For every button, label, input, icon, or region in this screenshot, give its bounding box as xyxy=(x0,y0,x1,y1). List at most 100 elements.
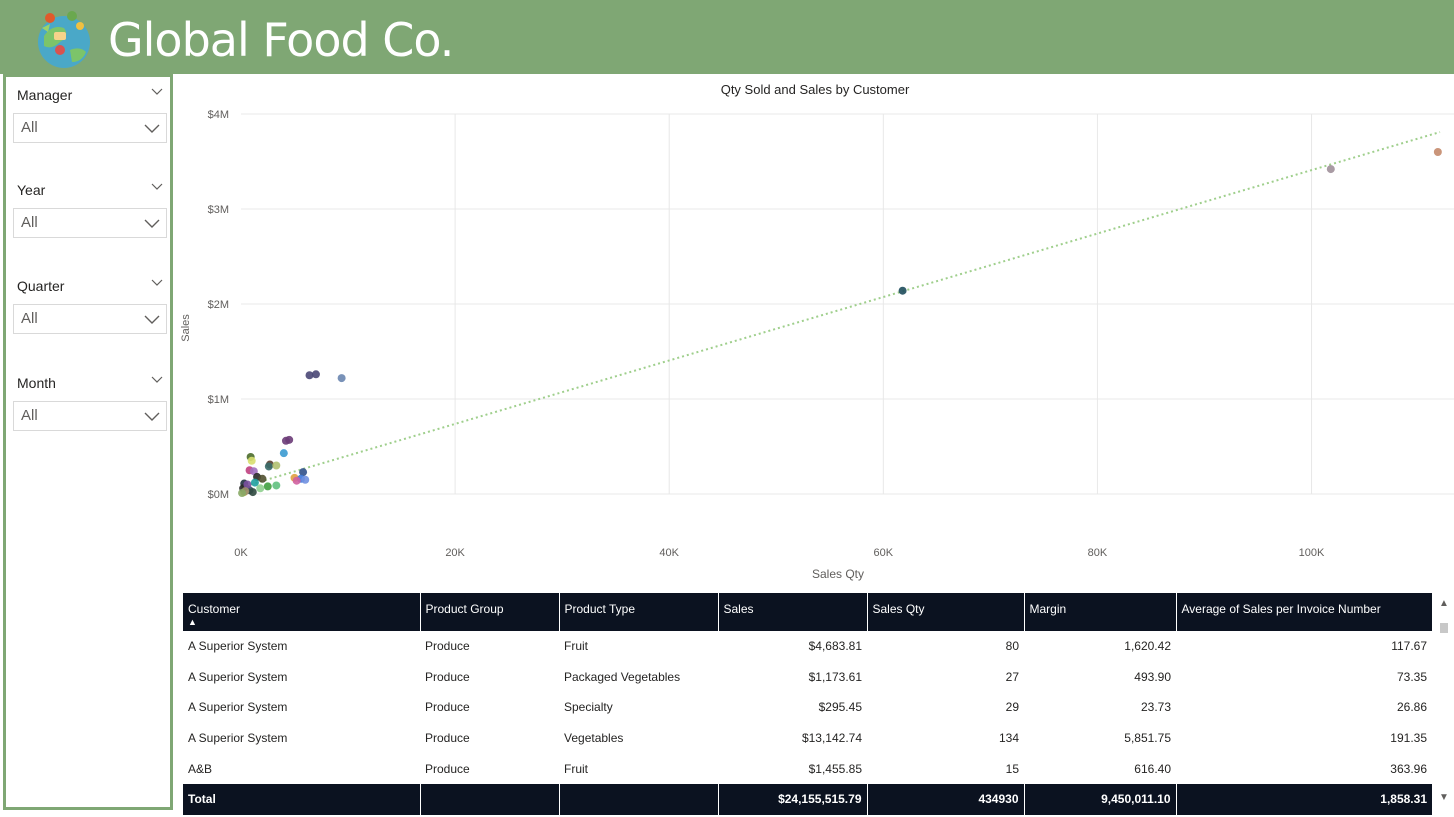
total-sales: $24,155,515.79 xyxy=(718,783,868,815)
cell-product-type: Fruit xyxy=(564,761,588,776)
table-row[interactable]: A&B Produce Fruit $1,455.85 15 616.40 36… xyxy=(183,753,1432,784)
cell-customer: A Superior System xyxy=(188,700,288,715)
y-tick-label: $1M xyxy=(208,394,229,406)
cell-avg-sales: 73.35 xyxy=(1396,669,1427,684)
column-header-sales[interactable]: Sales xyxy=(718,593,868,631)
table-row[interactable]: A Superior System Produce Vegetables $13… xyxy=(183,723,1432,754)
year-dropdown[interactable]: All xyxy=(13,208,167,238)
x-tick-label: 60K xyxy=(874,547,894,559)
filter-panel: Manager All Year All Quarter All Month A… xyxy=(3,74,173,810)
cell-sales: $13,142.74 xyxy=(801,731,862,746)
x-tick-label: 40K xyxy=(659,547,679,559)
cell-product-type: Specialty xyxy=(564,700,613,715)
manager-dropdown[interactable]: All xyxy=(13,113,167,143)
scroll-down-icon[interactable]: ▼ xyxy=(1437,791,1451,805)
cell-sales-qty: 29 xyxy=(1005,700,1019,715)
data-table: Customer ▲ Product Group Product Type Sal… xyxy=(183,593,1432,815)
cell-product-group: Produce xyxy=(425,761,470,776)
y-tick-label: $2M xyxy=(208,299,229,311)
table-row[interactable]: A Superior System Produce Packaged Veget… xyxy=(183,662,1432,693)
cell-sales: $4,683.81 xyxy=(808,639,862,654)
x-tick-label: 100K xyxy=(1299,547,1325,559)
chevron-down-icon[interactable] xyxy=(151,373,163,385)
manager-slicer-header[interactable]: Manager xyxy=(13,83,167,107)
cell-margin: 493.90 xyxy=(1134,669,1171,684)
cell-avg-sales: 26.86 xyxy=(1396,700,1427,715)
x-axis-title: Sales Qty xyxy=(812,567,864,581)
chevron-down-icon[interactable] xyxy=(151,180,163,192)
chevron-down-icon[interactable] xyxy=(151,276,163,288)
column-header-product-group[interactable]: Product Group xyxy=(420,593,560,631)
table-row[interactable]: A Superior System Produce Specialty $295… xyxy=(183,692,1432,723)
cell-sales: $1,455.85 xyxy=(808,761,862,776)
month-slicer: Month All xyxy=(13,371,167,431)
scatter-point[interactable] xyxy=(898,286,907,295)
scatter-point[interactable] xyxy=(258,474,267,483)
scatter-point[interactable] xyxy=(250,478,259,487)
scatter-point[interactable] xyxy=(1326,165,1335,174)
manager-dropdown-value: All xyxy=(21,119,38,136)
quarter-dropdown-value: All xyxy=(21,310,38,327)
x-tick-label: 0K xyxy=(234,547,248,559)
sort-ascending-icon[interactable]: ▲ xyxy=(188,618,415,627)
scatter-point[interactable] xyxy=(279,449,288,458)
scatter-point[interactable] xyxy=(1433,148,1442,156)
scatter-point[interactable] xyxy=(272,481,281,490)
scatter-point[interactable] xyxy=(248,488,257,497)
chevron-down-icon xyxy=(144,124,160,133)
table-scrollbar[interactable]: ▲ ▼ xyxy=(1437,593,1451,805)
scrollbar-thumb[interactable] xyxy=(1440,623,1448,633)
scatter-point[interactable] xyxy=(263,482,272,491)
scroll-up-icon[interactable]: ▲ xyxy=(1437,597,1451,611)
column-header-margin[interactable]: Margin xyxy=(1024,593,1177,631)
column-header-product-type[interactable]: Product Type xyxy=(559,593,719,631)
scatter-point[interactable] xyxy=(311,370,320,379)
cell-sales-qty: 134 xyxy=(998,731,1019,746)
year-slicer: Year All xyxy=(13,178,167,238)
quarter-slicer-header[interactable]: Quarter xyxy=(13,274,167,298)
globe-food-logo-icon xyxy=(38,11,90,68)
quarter-slicer-label: Quarter xyxy=(17,278,65,294)
scatter-point[interactable] xyxy=(238,489,247,498)
cell-avg-sales: 363.96 xyxy=(1390,761,1427,776)
cell-avg-sales: 117.67 xyxy=(1391,639,1427,654)
manager-slicer-label: Manager xyxy=(17,87,73,103)
trend-line xyxy=(240,131,1441,489)
cell-product-type: Fruit xyxy=(564,639,588,654)
scatter-point[interactable] xyxy=(285,435,294,444)
scatter-point[interactable] xyxy=(301,475,310,484)
year-slicer-header[interactable]: Year xyxy=(13,178,167,202)
cell-product-group: Produce xyxy=(425,700,470,715)
month-dropdown-value: All xyxy=(21,407,38,424)
cell-product-group: Produce xyxy=(425,639,470,654)
chevron-down-icon xyxy=(144,315,160,324)
scatter-chart: Qty Sold and Sales by Customer $0M $1M $2M… xyxy=(180,82,1454,581)
column-header-customer[interactable]: Customer ▲ xyxy=(183,593,421,631)
app-title: Global Food Co. xyxy=(108,13,454,67)
y-axis-title: Sales xyxy=(180,314,192,342)
year-slicer-label: Year xyxy=(17,182,46,198)
scatter-point[interactable] xyxy=(264,462,273,471)
sales-table[interactable]: Customer ▲ Product Group Product Type Sal… xyxy=(183,593,1433,815)
scatter-point[interactable] xyxy=(337,374,346,383)
chevron-down-icon[interactable] xyxy=(151,85,163,97)
cell-margin: 1,620.42 xyxy=(1124,639,1171,654)
y-tick-label: $4M xyxy=(208,109,229,121)
y-tick-label: $3M xyxy=(208,204,229,216)
column-header-sales-qty[interactable]: Sales Qty xyxy=(867,593,1025,631)
chevron-down-icon xyxy=(144,219,160,228)
scatter-point[interactable] xyxy=(272,461,281,470)
quarter-dropdown[interactable]: All xyxy=(13,304,167,334)
chevron-down-icon xyxy=(144,412,160,421)
scatter-chart-visual[interactable]: Qty Sold and Sales by Customer $0M $1M $2M… xyxy=(175,76,1454,586)
scatter-point[interactable] xyxy=(247,456,256,465)
year-dropdown-value: All xyxy=(21,214,38,231)
chart-gridlines xyxy=(241,113,1454,495)
cell-sales-qty: 80 xyxy=(1005,639,1019,654)
month-slicer-header[interactable]: Month xyxy=(13,371,167,395)
column-header-avg-sales-per-invoice[interactable]: Average of Sales per Invoice Number xyxy=(1176,593,1432,631)
total-avg-sales: 1,858.31 xyxy=(1176,783,1432,815)
month-dropdown[interactable]: All xyxy=(13,401,167,431)
table-row[interactable]: A Superior System Produce Fruit $4,683.8… xyxy=(183,631,1432,662)
scatter-point[interactable] xyxy=(292,476,301,485)
